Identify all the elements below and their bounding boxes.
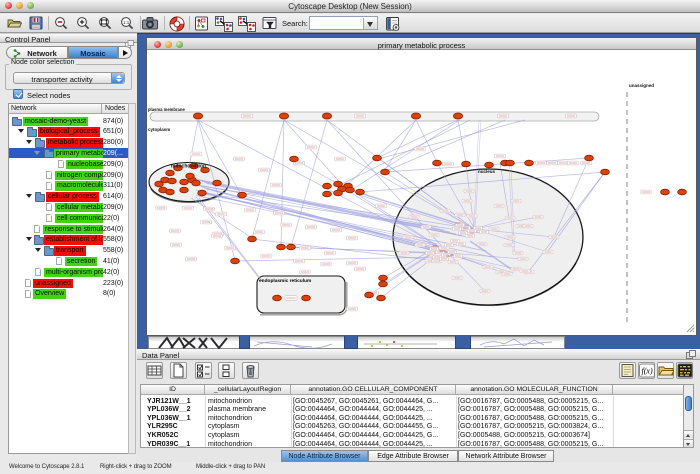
svg-text:f(x): f(x) — [642, 367, 653, 376]
svg-text:unassigned: unassigned — [629, 83, 654, 88]
svg-text:1:1: 1:1 — [123, 20, 130, 25]
svg-text:nucleus: nucleus — [478, 169, 496, 174]
svg-text:plasma membrane: plasma membrane — [148, 107, 185, 112]
svg-text:endoplasmic reticulum: endoplasmic reticulum — [259, 278, 311, 284]
svg-text:mitochondrion: mitochondrion — [171, 164, 206, 170]
svg-text:cytoplasm: cytoplasm — [148, 127, 170, 132]
